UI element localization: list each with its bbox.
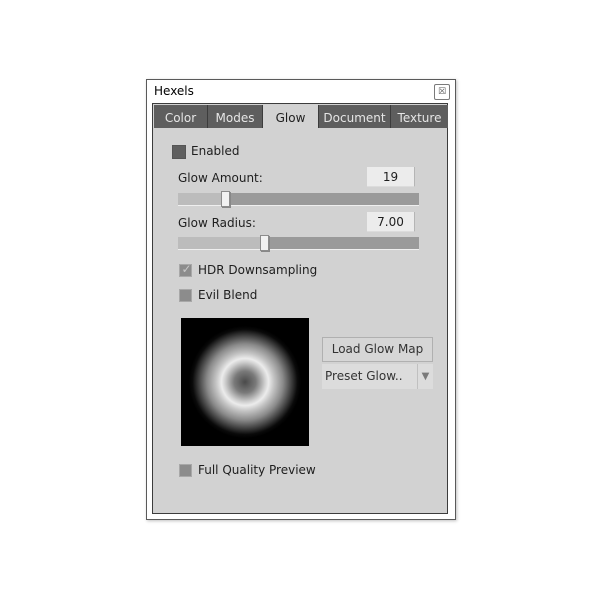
- glow-radius-label: Glow Radius:: [178, 216, 256, 230]
- dropdown-arrow-icon[interactable]: ▼: [417, 364, 433, 389]
- glow-map-preview: [181, 318, 309, 446]
- full-quality-preview-label: Full Quality Preview: [198, 463, 316, 477]
- glow-radius-slider[interactable]: [178, 235, 419, 251]
- full-quality-preview-checkbox[interactable]: [179, 464, 192, 477]
- hexels-window: Hexels ☒ Color Modes Glow Document Textu…: [146, 79, 456, 520]
- close-icon[interactable]: ☒: [434, 84, 450, 100]
- tab-modes[interactable]: Modes: [208, 105, 263, 128]
- preset-glow-select[interactable]: Preset Glow.. ▼: [322, 364, 433, 389]
- glow-amount-slider-thumb[interactable]: [221, 191, 230, 207]
- glow-amount-slider[interactable]: [178, 191, 419, 207]
- glow-amount-input[interactable]: 19: [367, 167, 415, 187]
- tab-bar: Color Modes Glow Document Texture: [154, 105, 448, 128]
- evil-blend-label: Evil Blend: [198, 288, 258, 302]
- evil-blend-checkbox[interactable]: [179, 289, 192, 302]
- glow-amount-slider-fill: [178, 193, 226, 205]
- glow-amount-label: Glow Amount:: [178, 171, 263, 185]
- hdr-downsampling-checkbox[interactable]: ✓: [179, 262, 192, 277]
- hdr-downsampling-label: HDR Downsampling: [198, 263, 318, 277]
- glow-radius-slider-thumb[interactable]: [260, 235, 269, 251]
- tab-document[interactable]: Document: [319, 105, 391, 128]
- enabled-label: Enabled: [191, 144, 240, 158]
- glow-panel: Color Modes Glow Document Texture Enable…: [152, 103, 448, 514]
- checkmark-icon: ✓: [181, 262, 192, 276]
- glow-radius-input[interactable]: 7.00: [367, 212, 415, 232]
- glow-radius-slider-fill: [178, 237, 265, 249]
- load-glow-map-button[interactable]: Load Glow Map: [322, 337, 433, 362]
- window-title: Hexels: [154, 84, 194, 98]
- tab-glow[interactable]: Glow: [263, 105, 319, 128]
- preset-glow-value: Preset Glow..: [325, 369, 403, 383]
- enabled-checkbox[interactable]: [172, 145, 186, 159]
- tab-color[interactable]: Color: [154, 105, 208, 128]
- tab-texture[interactable]: Texture: [391, 105, 448, 128]
